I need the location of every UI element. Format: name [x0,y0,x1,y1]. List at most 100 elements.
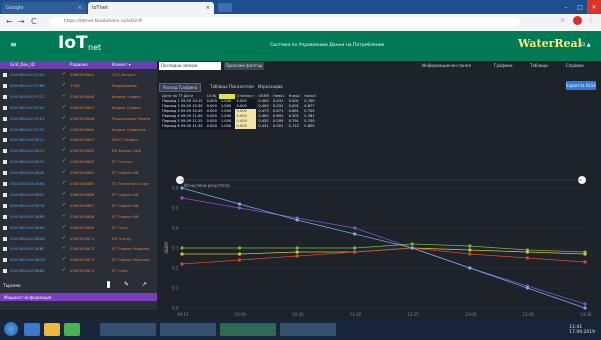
chrome-icon[interactable] [64,323,80,336]
tab-indicators-table[interactable]: Таблица Показатели [207,83,257,90]
row-checkbox[interactable] [3,127,7,132]
device-row[interactable]: 0001B91A3C07D1 ✓ 018E0008A7 Фирма Сервиз [0,104,157,110]
edit-icon[interactable]: ✎ [124,281,129,288]
device-row[interactable]: 0001B91A3C07A5 ✓ 018E0008A4 СОС-Бизнес [0,72,157,77]
table-row: Период 6 09.09 11:30 0.000 1.000 0.000 0.431… [160,124,318,129]
maximize-icon[interactable]: □ [573,0,587,14]
device-row[interactable]: 0001B91A3C07E4 ✓ 018E0008A8 Радиоприем Рамп… [0,115,157,121]
device-row[interactable]: 0001B91A3C0823 ✓ 018E0008B2 ЕВ Фирма ОДА [0,148,157,154]
check-icon: ✓ [62,125,67,132]
row-checkbox[interactable] [3,236,7,241]
column-header[interactable]: Клиент ▾ [112,62,131,67]
folder-icon[interactable] [44,323,60,336]
column-header[interactable]: Радионо [70,62,88,67]
taskbar-window-2[interactable] [160,323,216,336]
reload-icon[interactable]: C [31,17,37,26]
forward-icon[interactable]: → [18,17,25,26]
row-checkbox[interactable] [3,258,7,263]
system-clock[interactable]: 11:41 17.09.2019 [569,325,595,335]
column-header[interactable]: Grid_Dev_ID [10,62,35,67]
y-tick-label: 0.6 [172,186,179,191]
device-row[interactable]: 0001B91A3C08BC ✓ 018E0008C2 ЕТ Сервиз Машин… [0,246,157,252]
series-point [583,306,587,310]
phone-icon[interactable] [107,281,110,288]
device-row[interactable]: 0001B91A3C0812 ✓ 018E0008B1 ЕВОТ Сервиз [0,137,157,143]
taskbar-window-3[interactable] [220,323,276,336]
url-field[interactable]: https://iotnet.tksolutions.ru/iot/2/# [50,17,520,27]
device-radio: 018E0008A4 [70,72,95,77]
row-checkbox[interactable] [3,171,7,176]
browser-tab-1[interactable]: Google × [2,2,86,14]
row-checkbox[interactable] [3,160,7,165]
profile-avatar[interactable] [573,16,582,25]
minimize-icon[interactable]: – [559,0,573,14]
series-point [583,302,587,306]
explorer-icon[interactable] [24,323,40,336]
row-checkbox[interactable] [3,83,7,88]
close-tab-icon[interactable]: × [78,5,82,11]
filter-input[interactable]: Последни записи [159,62,221,70]
device-row[interactable]: 0001B91A3C0845 ✓ 018E0008B4 ЕТ Сервиз ВВ [0,170,157,176]
device-radio: 018E0008B7 [70,202,95,208]
series-point [237,206,242,210]
series-point [237,252,242,256]
start-button[interactable] [4,322,18,336]
table-cell: 1.000 [218,124,235,129]
row-checkbox[interactable] [3,116,7,121]
chart-icon[interactable]: ↗ [142,281,147,288]
close-window-icon[interactable]: ✕ [587,0,601,14]
new-tab-button[interactable] [218,3,232,12]
row-checkbox[interactable] [3,203,7,208]
row-checkbox[interactable] [3,149,7,154]
menu-dots-icon[interactable]: ⋮ [588,17,594,24]
row-checkbox[interactable] [3,225,7,230]
row-checkbox[interactable] [3,105,7,110]
device-row[interactable]: 0001B91A3C08CD ✓ 018E0008C3 ЕТ Сервиз Машин… [0,257,157,263]
device-row[interactable]: 0001B91A3C07C2 ✓ 018E0008A6 Фирма Сервиз [0,93,157,99]
device-row[interactable]: 0001B91A3C07B6 ✓ 1338 Радиоприем [0,82,157,88]
more-info-bar[interactable]: Мощност информация [0,293,157,301]
tool-graphs[interactable]: Графики [494,63,512,68]
device-row[interactable]: 0001B91A3C08DE ✓ 018E0008C4 ЕТ Сапо [0,268,157,274]
device-row[interactable]: 0001B91A3C0856 ✓ 018E0008B5 ЕТ Технологи Со… [0,181,157,186]
hamburger-menu-icon[interactable]: ≡ [10,40,17,49]
close-tab-icon[interactable]: × [206,5,210,11]
row-checkbox[interactable] [3,269,7,274]
export-xlsx-button[interactable]: Export to XLSX [566,81,596,90]
tool-reports[interactable]: Справки [566,63,584,68]
back-icon[interactable]: ← [6,17,13,26]
device-row[interactable]: 0001B91A3C08AB ✓ 018E0008C1 ЕВ Оцетр [0,235,157,241]
device-id: 0001B91A3C07A5 [10,72,45,77]
row-checkbox[interactable] [3,214,7,219]
apply-filter-button[interactable]: Приложи филтър [224,62,264,70]
device-row[interactable]: 0001B91A3C089A ✓ 018E0008B9 ЕТ Оцет [0,224,157,230]
header-controls[interactable]: ⊟ ▲ [581,42,591,48]
series-point [237,202,242,206]
device-row[interactable]: 0001B91A3C07F0 ✓ 018E0008A9 Фирма Сервизна [0,125,157,132]
tool-dashboard[interactable]: Информационен панел [422,63,471,68]
series-point [468,248,472,252]
device-row[interactable]: 0001B91A3C0867 ✓ 018E0008B6 ЕТ Сервиз ВВ [0,191,157,197]
browser-tab-2[interactable]: IoTnet × [88,2,214,14]
device-id: 0001B91A3C08BC [10,246,45,252]
tab-spent[interactable]: Изразходва [255,83,286,90]
check-icon: ✓ [62,201,67,208]
device-client: ЕТ Сервиз ВВ [112,213,139,219]
device-row[interactable]: 0001B91A3C0878 ✓ 018E0008B7 ЕТ Сервиз ВВ [0,201,157,208]
tool-tables[interactable]: Таблици [530,63,548,68]
app-logo-sub: net [88,43,102,52]
device-row[interactable]: 0001B91A3C0834 ✓ 018E0008B3 ЕТ Огнеуп [0,159,157,165]
row-checkbox[interactable] [3,138,7,143]
star-icon[interactable]: ☆ [560,17,565,24]
device-row[interactable]: 0001B91A3C0889 ✓ 018E0008B8 ЕТ Сервиз ВВ [0,213,157,219]
taskbar-window-1[interactable] [100,323,156,336]
row-checkbox[interactable] [3,73,7,77]
taskbar-window-4[interactable] [280,323,336,336]
device-radio: 018E0008B5 [70,181,95,186]
row-checkbox[interactable] [3,247,7,252]
tab-consumption-chart[interactable]: Разход Графика [159,83,202,92]
row-checkbox[interactable] [3,192,7,197]
row-checkbox[interactable] [3,94,7,99]
row-checkbox[interactable] [3,182,7,186]
device-client: ЕТ Сервиз ВВ [112,191,139,197]
